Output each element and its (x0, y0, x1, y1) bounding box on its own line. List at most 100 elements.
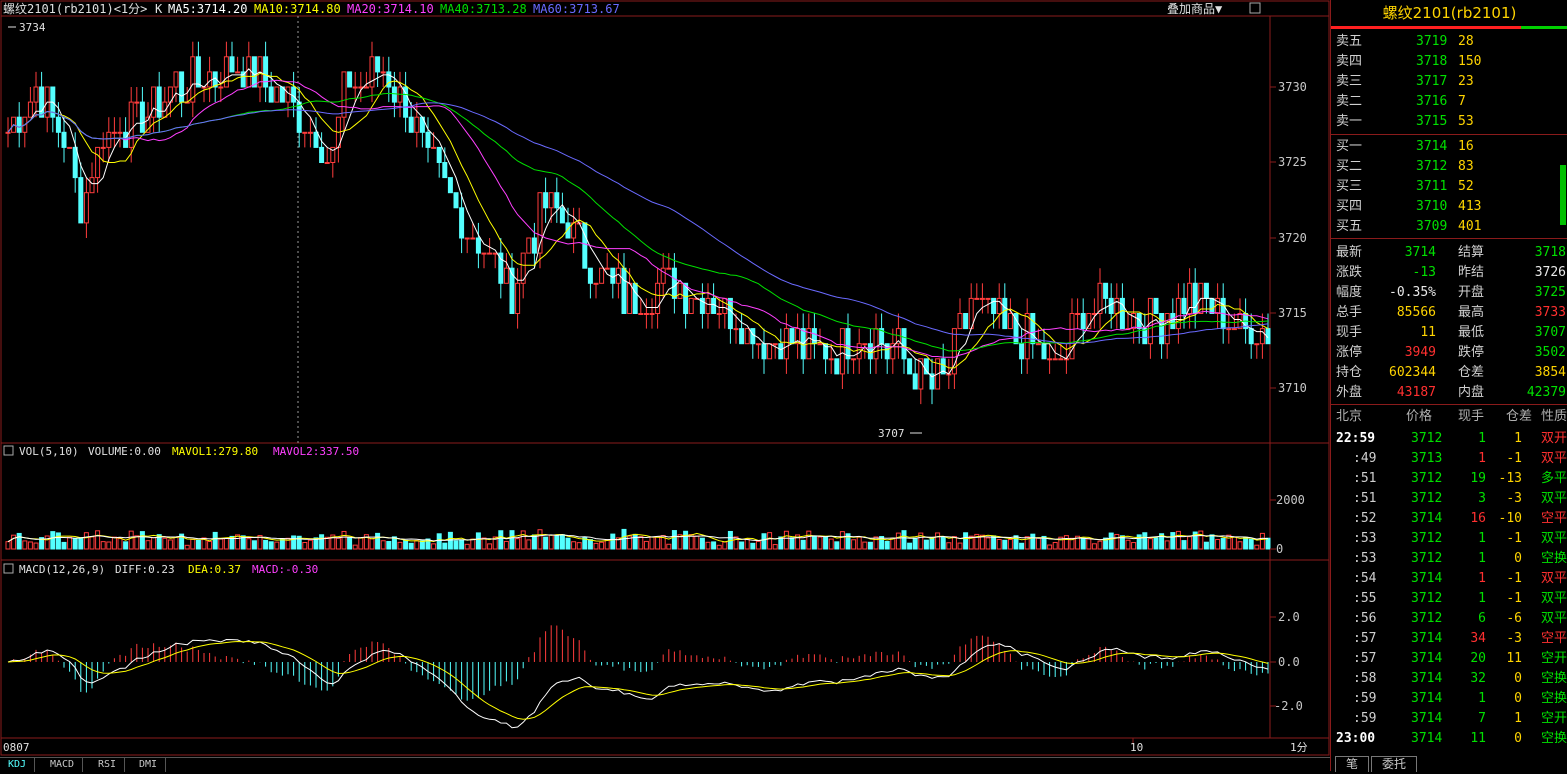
candle-body (1254, 343, 1260, 346)
candle-body (834, 358, 840, 375)
volume-bar (789, 537, 795, 550)
tab-ticks[interactable]: 笔 (1335, 756, 1370, 772)
candle-body (996, 297, 1002, 314)
volume-bar (184, 544, 190, 550)
volume-bar (509, 530, 515, 550)
volume-bar (828, 538, 834, 550)
macd-toggle-icon[interactable] (3, 563, 14, 574)
tab-rsi[interactable]: RSI (90, 758, 126, 772)
candle-body (386, 71, 392, 88)
tick-row: :58 3714 32 0 空换 (1331, 669, 1567, 689)
tab-kdj[interactable]: KDJ (0, 758, 36, 772)
volume-bar (1187, 536, 1193, 550)
candle-body (195, 56, 201, 88)
candle-body (313, 131, 319, 148)
volume-bar (1047, 544, 1053, 550)
candle-body (767, 343, 773, 360)
volume-bar (27, 541, 33, 550)
candle-body (117, 131, 123, 134)
candle-body (1153, 297, 1159, 314)
ask-price[interactable]: 3718 (1416, 52, 1447, 72)
k-label: K (155, 2, 163, 16)
volume-bar (705, 541, 711, 550)
vol-toggle-icon[interactable] (3, 445, 14, 456)
ask-price[interactable]: 3716 (1416, 92, 1447, 112)
stat-label: 持仓 (1336, 365, 1363, 380)
volume-bar (1215, 539, 1221, 550)
volume-bar (610, 533, 616, 550)
tick-price: 3712 (1411, 471, 1443, 486)
volume-bar (671, 530, 677, 550)
volume-bar (89, 536, 95, 550)
candle-body (414, 116, 420, 133)
ma10-line (7, 72, 1269, 369)
stat-label: 结算 (1458, 245, 1485, 260)
candle-body (235, 71, 241, 74)
tick-oi: 0 (1514, 551, 1522, 566)
tick-price: 3714 (1411, 711, 1443, 726)
overlay-button[interactable]: 叠加商品▼ (1167, 1, 1261, 16)
candle-body (671, 267, 677, 299)
tick-price: 3712 (1411, 431, 1443, 446)
bid-price[interactable]: 3714 (1416, 137, 1447, 157)
volume-bar (716, 544, 722, 550)
volume-bar (1142, 532, 1148, 550)
bid-price[interactable]: 3709 (1416, 217, 1447, 237)
tab-macd[interactable]: MACD (42, 758, 84, 772)
candle-body (251, 56, 257, 88)
bid-price[interactable]: 3711 (1416, 177, 1447, 197)
tick-qty: 6 (1478, 611, 1486, 626)
volume-bar (207, 541, 213, 550)
candle-body (688, 297, 694, 314)
bid-label: 买三 (1336, 179, 1363, 194)
volume-bar (895, 532, 901, 550)
volume-bar (16, 532, 22, 550)
tab-orders[interactable]: 委托 (1371, 756, 1418, 772)
volume-bar (1035, 537, 1041, 550)
candle-body (391, 86, 397, 103)
volume-bar (593, 542, 599, 550)
ask-label: 卖五 (1336, 34, 1363, 49)
candle-body (375, 56, 381, 73)
overlay-toggle-icon[interactable] (1249, 2, 1261, 14)
tick-header-nature: 性质 (1541, 409, 1567, 424)
tick-qty: 20 (1470, 651, 1486, 666)
ask-price[interactable]: 3717 (1416, 72, 1447, 92)
tick-time: :57 (1353, 631, 1377, 646)
candle-body (559, 207, 565, 224)
candle-body (139, 101, 145, 133)
symbol-label: 螺纹2101(rb2101)<1分> (3, 2, 147, 16)
title-bar-green (1521, 26, 1567, 29)
volume-bar (302, 542, 308, 550)
tab-dmi[interactable]: DMI (131, 758, 167, 772)
scroll-indicator[interactable] (1560, 165, 1566, 225)
candle-body (279, 86, 285, 103)
candle-body (963, 313, 969, 330)
ask-label: 卖四 (1336, 54, 1363, 69)
vol-tick: 2000 (1276, 493, 1305, 507)
volume-bar (940, 536, 946, 550)
stat-value: 3949 (1404, 345, 1436, 360)
bid-price[interactable]: 3710 (1416, 197, 1447, 217)
tick-qty: 1 (1478, 551, 1486, 566)
overlay-button-label[interactable]: 叠加商品▼ (1167, 1, 1223, 16)
candle-body (599, 267, 605, 284)
volume-bar (638, 536, 644, 550)
candle-body (979, 297, 985, 300)
chart-area[interactable]: 3730 3725 3720 3715 3710 2000 0 2.0 0.0 … (0, 0, 1330, 771)
kline-chart[interactable]: 3730 3725 3720 3715 3710 2000 0 2.0 0.0 … (0, 0, 1330, 771)
candle-body (828, 358, 834, 361)
volume-bar (162, 537, 168, 550)
stat-value: 42379 (1526, 385, 1566, 400)
candle-body (5, 131, 11, 134)
volume-bar (151, 537, 157, 550)
bid-label: 买一 (1336, 139, 1363, 154)
stats-divider (1331, 238, 1567, 239)
ticks-divider (1331, 404, 1567, 405)
ask-price[interactable]: 3715 (1416, 112, 1447, 132)
tick-nature: 双平 (1541, 451, 1567, 466)
bid-price[interactable]: 3712 (1416, 157, 1447, 177)
volume-bar (565, 537, 571, 550)
ask-price[interactable]: 3719 (1416, 32, 1447, 52)
candle-body (1159, 313, 1165, 345)
